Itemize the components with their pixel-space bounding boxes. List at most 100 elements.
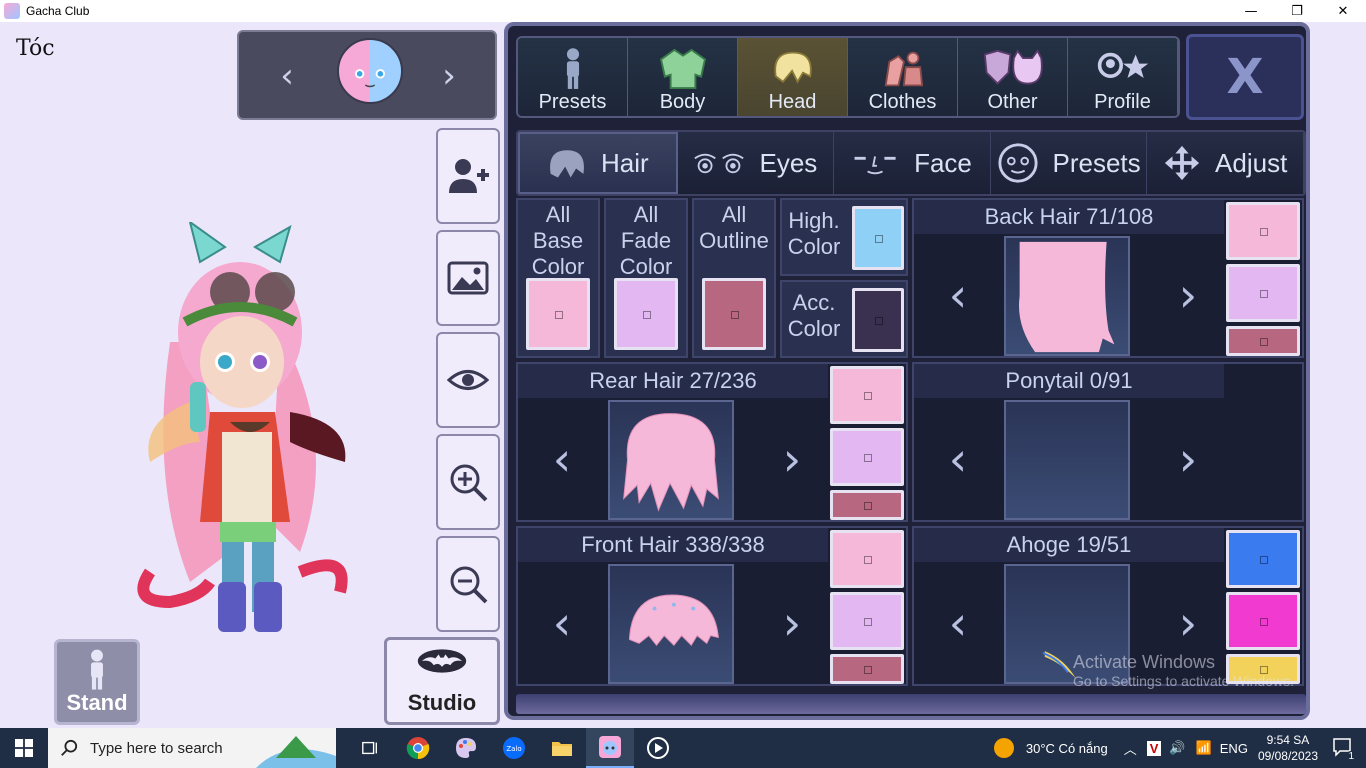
clock[interactable]: 9:54 SA 09/08/2023 bbox=[1258, 732, 1318, 764]
accessory-color-control: Acc. Color bbox=[780, 280, 908, 358]
subtab-eyes[interactable]: Eyes bbox=[677, 132, 835, 194]
close-panel-button[interactable]: X bbox=[1186, 34, 1304, 120]
rear-hair-prev-button[interactable]: ‹ bbox=[532, 424, 592, 494]
chrome-taskbar-button[interactable] bbox=[394, 728, 442, 768]
clock-date: 09/08/2023 bbox=[1257, 749, 1318, 763]
page-title: Tóc bbox=[16, 36, 55, 61]
all-base-color-swatch[interactable] bbox=[526, 278, 590, 350]
ponytail-preview[interactable] bbox=[1004, 400, 1130, 520]
sun-icon bbox=[993, 738, 1014, 758]
accessory-color-label-2: Color bbox=[787, 316, 841, 341]
tab-label: Profile bbox=[1094, 91, 1151, 113]
highlight-color-label-2: Color bbox=[787, 234, 841, 259]
zoom-in-button[interactable] bbox=[436, 434, 500, 530]
ahoge-color-2[interactable] bbox=[1226, 592, 1300, 650]
all-outline-swatch[interactable] bbox=[702, 278, 766, 350]
add-user-icon bbox=[449, 159, 489, 193]
next-preset-button[interactable]: › bbox=[429, 54, 469, 98]
clothes-icon bbox=[884, 51, 923, 87]
front-hair-color-2[interactable] bbox=[830, 592, 904, 650]
vpn-v-icon[interactable]: V bbox=[1146, 740, 1162, 756]
prev-preset-button[interactable]: ‹ bbox=[267, 54, 307, 98]
subtab-label: Adjust bbox=[1215, 147, 1288, 178]
add-character-button[interactable] bbox=[436, 128, 500, 224]
start-button[interactable] bbox=[0, 728, 48, 768]
file-explorer-taskbar-button[interactable] bbox=[538, 728, 586, 768]
back-hair-color-3[interactable] bbox=[1226, 326, 1300, 356]
ponytail-prev-button[interactable]: ‹ bbox=[928, 424, 988, 494]
watermark-line-1: Activate Windows bbox=[1073, 652, 1216, 672]
rear-hair-color-1[interactable] bbox=[830, 366, 904, 424]
taskbar-search-box[interactable]: Type here to search bbox=[48, 728, 336, 768]
ahoge-color-1[interactable] bbox=[1226, 530, 1300, 588]
front-hair-prev-button[interactable]: ‹ bbox=[532, 588, 592, 658]
volume-icon[interactable]: 🔊 bbox=[1169, 740, 1185, 756]
accessory-color-swatch[interactable] bbox=[852, 288, 904, 352]
minimize-button[interactable]: — bbox=[1228, 0, 1274, 22]
zalo-taskbar-button[interactable]: Zalo bbox=[490, 728, 538, 768]
subtab-adjust[interactable]: Adjust bbox=[1147, 132, 1304, 194]
search-icon bbox=[61, 739, 78, 756]
customization-panel: Presets Body Head Clothes Other Profile bbox=[504, 22, 1310, 720]
preset-navigator: ‹ › bbox=[237, 30, 497, 120]
subtab-hair[interactable]: Hair bbox=[518, 132, 678, 194]
all-outline-control: All Outline bbox=[692, 198, 776, 358]
character-preview[interactable] bbox=[130, 219, 360, 642]
back-hair-color-2[interactable] bbox=[1226, 264, 1300, 322]
rear-hair-next-button[interactable]: › bbox=[762, 424, 822, 494]
highlight-color-control: High. Color bbox=[780, 198, 908, 276]
ponytail-next-button[interactable]: › bbox=[1158, 424, 1218, 494]
preset-face-icon[interactable] bbox=[337, 38, 403, 104]
highlight-color-swatch[interactable] bbox=[852, 206, 904, 270]
notifications-button[interactable]: 1 bbox=[1332, 737, 1356, 762]
notification-count: 1 bbox=[1346, 750, 1356, 762]
subtab-face[interactable]: Face bbox=[834, 132, 991, 194]
rear-hair-color-3[interactable] bbox=[830, 490, 904, 520]
hair-icon bbox=[773, 51, 812, 84]
paint-taskbar-button[interactable] bbox=[442, 728, 490, 768]
tab-profile[interactable]: Profile bbox=[1068, 38, 1178, 116]
jacket-icon bbox=[659, 48, 706, 90]
front-hair-color-1[interactable] bbox=[830, 530, 904, 588]
gacha-club-icon bbox=[599, 736, 621, 758]
back-hair-color-1[interactable] bbox=[1226, 202, 1300, 260]
studio-button[interactable]: Studio bbox=[384, 637, 500, 725]
chrome-icon bbox=[406, 737, 430, 760]
subtab-presets[interactable]: Presets bbox=[990, 132, 1148, 194]
rear-hair-color-2[interactable] bbox=[830, 428, 904, 486]
weather-widget[interactable]: 30°C Có nắng bbox=[993, 738, 1108, 758]
tab-other[interactable]: Other bbox=[958, 38, 1068, 116]
front-hair-preview[interactable] bbox=[608, 564, 734, 684]
background-button[interactable] bbox=[436, 230, 500, 326]
back-hair-prev-button[interactable]: ‹ bbox=[928, 260, 988, 330]
toggle-view-button[interactable] bbox=[436, 332, 500, 428]
task-view-button[interactable] bbox=[346, 728, 394, 768]
front-hair-next-button[interactable]: › bbox=[762, 588, 822, 658]
wifi-icon[interactable]: 📶 bbox=[1196, 740, 1212, 756]
media-player-taskbar-button[interactable] bbox=[634, 728, 682, 768]
tab-clothes[interactable]: Clothes bbox=[848, 38, 958, 116]
gacha-club-taskbar-button[interactable] bbox=[586, 728, 634, 768]
back-hair-next-button[interactable]: › bbox=[1158, 260, 1218, 330]
tab-body[interactable]: Body bbox=[628, 38, 738, 116]
all-fade-color-swatch[interactable] bbox=[614, 278, 678, 350]
tab-presets[interactable]: Presets bbox=[518, 38, 628, 116]
tab-head[interactable]: Head bbox=[738, 38, 848, 116]
all-base-color-label-2: Color bbox=[531, 254, 585, 279]
front-hair-color-3[interactable] bbox=[830, 654, 904, 684]
weather-text: 30°C Có nắng bbox=[1025, 740, 1108, 756]
ahoge-next-button[interactable]: › bbox=[1158, 588, 1218, 658]
restore-button[interactable]: ❐ bbox=[1274, 0, 1320, 22]
ahoge-prev-button[interactable]: ‹ bbox=[928, 588, 988, 658]
back-hair-preview[interactable] bbox=[1004, 236, 1130, 356]
zoom-out-button[interactable] bbox=[436, 536, 500, 632]
chevron-up-icon[interactable]: ︿ bbox=[1124, 739, 1137, 758]
rear-hair-label: Rear Hair 27/236 bbox=[518, 364, 828, 398]
window-close-button[interactable]: ✕ bbox=[1320, 0, 1366, 22]
subtab-label: Presets bbox=[1052, 147, 1141, 178]
studio-label: Studio bbox=[407, 690, 477, 715]
paint-palette-icon bbox=[456, 738, 476, 758]
rear-hair-preview[interactable] bbox=[608, 400, 734, 520]
language-indicator[interactable]: ENG bbox=[1220, 741, 1248, 756]
stand-button[interactable]: Stand bbox=[54, 639, 140, 725]
